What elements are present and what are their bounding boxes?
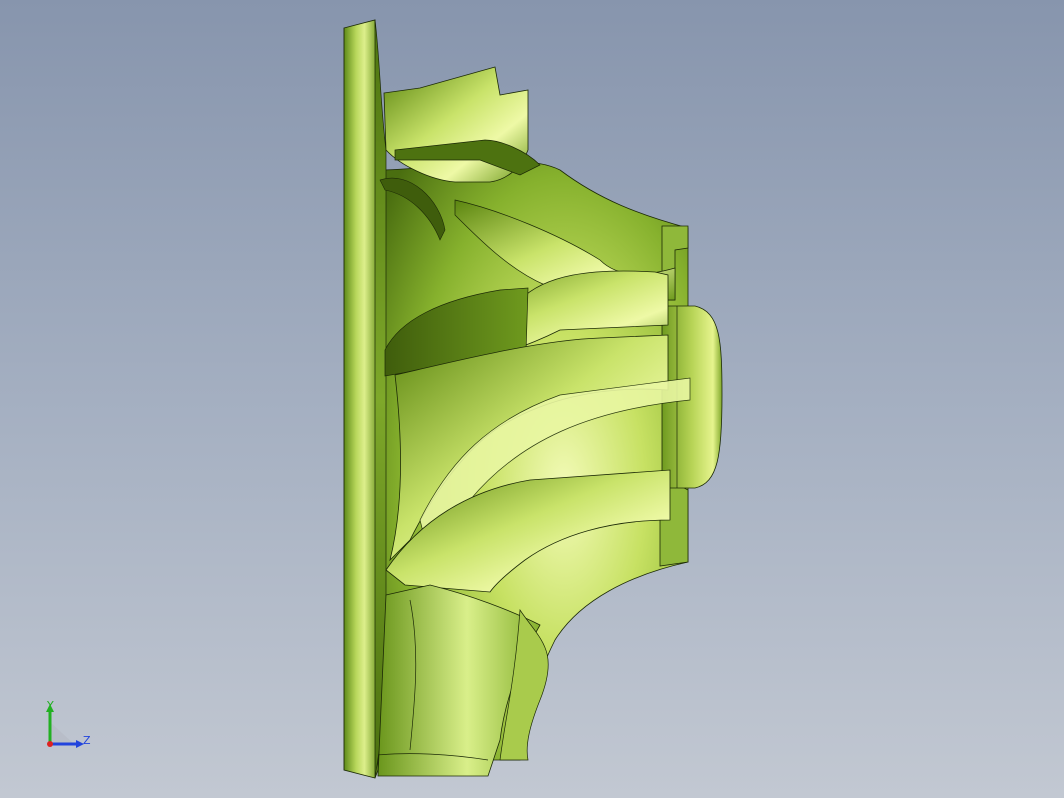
back-plate (343, 19, 379, 779)
triad-y-label: Y (47, 699, 54, 712)
triad-z-label: Z (83, 734, 91, 747)
coordinate-triad: Y Z (38, 696, 98, 756)
impeller-model[interactable] (0, 0, 1064, 798)
graphics-viewport[interactable]: Y Z (0, 0, 1064, 798)
